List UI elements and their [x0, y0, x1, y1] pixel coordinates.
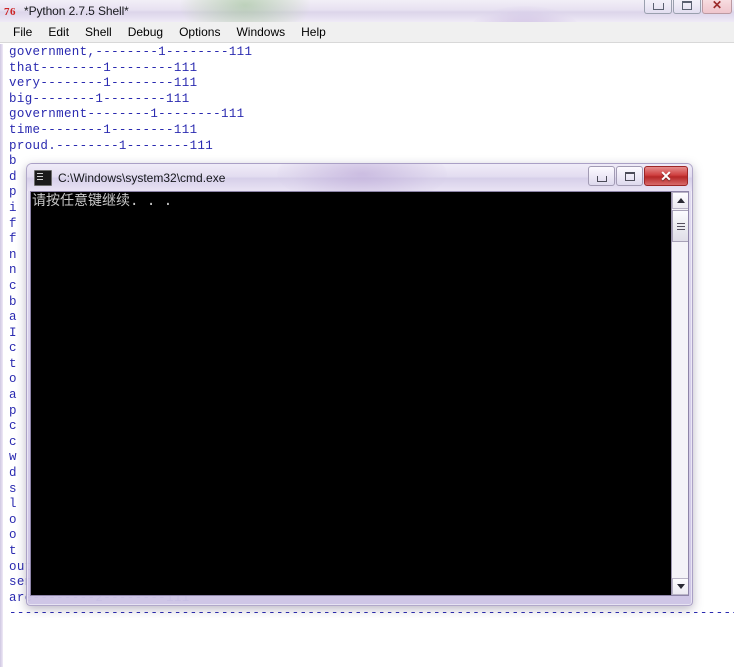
maximize-icon [682, 1, 692, 10]
svg-text:6: 6 [10, 6, 16, 18]
cmd-title-bar[interactable]: C:\Windows\system32\cmd.exe ✕ [27, 164, 692, 191]
cmd-vertical-scrollbar[interactable] [671, 192, 688, 595]
menu-windows[interactable]: Windows [228, 23, 293, 41]
idle-window-controls: ✕ [644, 0, 732, 14]
scroll-down-icon [676, 584, 685, 589]
cmd-console-client-area[interactable]: 请按任意键继续. . . [30, 191, 689, 596]
scrollbar-up-button[interactable] [672, 192, 688, 209]
menu-options[interactable]: Options [171, 23, 228, 41]
scrollbar-grip-icon [676, 222, 685, 224]
idle-output-line: ----------------------------------------… [9, 606, 734, 621]
cmd-maximize-button[interactable] [616, 166, 643, 186]
maximize-icon [624, 171, 635, 181]
idle-window-title: *Python 2.7.5 Shell* [24, 4, 129, 18]
minimize-icon [596, 175, 607, 182]
cmd-console-icon [34, 169, 52, 186]
scroll-up-icon [676, 198, 685, 203]
cmd-console-window[interactable]: C:\Windows\system32\cmd.exe ✕ 请按任意键继续. .… [26, 163, 693, 606]
cmd-window-title: C:\Windows\system32\cmd.exe [58, 170, 226, 185]
menu-shell[interactable]: Shell [77, 23, 120, 41]
menu-file[interactable]: File [5, 23, 40, 41]
scrollbar-thumb[interactable] [672, 210, 688, 242]
text-area-left-edge [0, 44, 3, 667]
idle-close-button[interactable]: ✕ [702, 0, 732, 14]
idle-maximize-button[interactable] [673, 0, 701, 14]
close-icon: ✕ [660, 168, 672, 184]
idle-output-line: government--------1--------111 [9, 107, 245, 122]
idle-output-line: big--------1--------111 [9, 91, 190, 106]
cmd-console-output: 请按任意键继续. . . [32, 193, 173, 209]
scrollbar-down-button[interactable] [672, 578, 688, 595]
idle-output-line: that--------1--------111 [9, 60, 198, 75]
scrollbar-track[interactable] [672, 209, 688, 578]
close-icon: ✕ [711, 0, 723, 12]
idle-minimize-button[interactable] [644, 0, 672, 14]
cmd-minimize-button[interactable] [588, 166, 615, 186]
idle-title-bar[interactable]: 7 6 *Python 2.7.5 Shell* ✕ [0, 0, 734, 22]
idle-menu-bar: File Edit Shell Debug Options Windows He… [0, 22, 734, 43]
cmd-close-button[interactable]: ✕ [644, 166, 688, 186]
python-logo-icon: 7 6 [4, 4, 20, 18]
menu-help[interactable]: Help [293, 23, 334, 41]
cmd-window-controls: ✕ [588, 166, 688, 186]
menu-edit[interactable]: Edit [40, 23, 77, 41]
menu-debug[interactable]: Debug [120, 23, 171, 41]
idle-output-line: very--------1--------111 [9, 76, 198, 91]
idle-output-line: proud.--------1--------111 [9, 138, 214, 153]
idle-output-line: time--------1--------111 [9, 122, 198, 137]
minimize-icon [652, 3, 664, 10]
idle-output-line: government,--------1--------111 [9, 45, 253, 59]
